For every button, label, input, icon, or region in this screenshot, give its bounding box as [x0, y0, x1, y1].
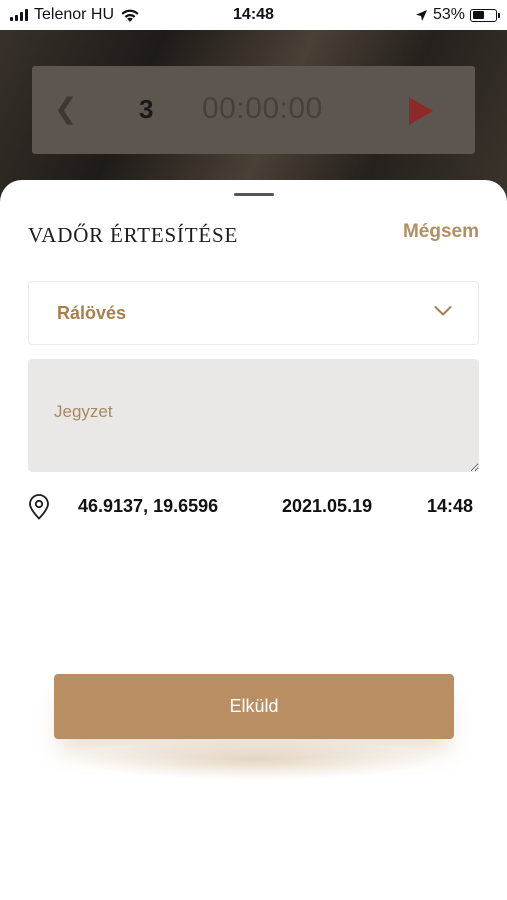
map-pin-icon — [29, 494, 49, 520]
event-type-select[interactable]: Rálövés — [28, 281, 479, 345]
event-type-value: Rálövés — [57, 303, 127, 323]
timer-count: 3 — [139, 94, 154, 124]
send-button[interactable]: Elküld — [54, 674, 454, 739]
chevron-down-icon — [434, 306, 452, 316]
send-button-shadow — [72, 740, 436, 780]
battery-percent: 53% — [432, 6, 465, 23]
timer-card: ❮ 3 00:00:00 — [32, 66, 475, 154]
sheet-grabber[interactable] — [234, 193, 274, 196]
sheet-title: VADŐR ÉRTESÍTÉSE — [28, 223, 239, 247]
date: 2021.05.19 — [282, 496, 373, 516]
battery-fill — [472, 11, 485, 19]
location-arrow-icon — [415, 9, 427, 21]
location-info-row: 46.9137, 19.6596 2021.05.19 14:48 — [28, 494, 479, 520]
status-right: 53% — [415, 6, 500, 24]
play-icon — [409, 97, 433, 125]
status-bar: Telenor HU 14:48 53% — [0, 0, 507, 30]
notify-ranger-sheet: VADŐR ÉRTESÍTÉSE Mégsem Rálövés 46.9137,… — [0, 180, 507, 900]
cancel-button[interactable]: Mégsem — [403, 221, 479, 243]
timer-clock: 00:00:00 — [202, 92, 323, 125]
time: 14:48 — [426, 496, 473, 516]
note-field[interactable] — [28, 359, 479, 472]
chevron-left-icon: ❮ — [54, 93, 78, 124]
coordinates: 46.9137, 19.6596 — [78, 496, 219, 516]
battery-icon — [470, 8, 500, 22]
